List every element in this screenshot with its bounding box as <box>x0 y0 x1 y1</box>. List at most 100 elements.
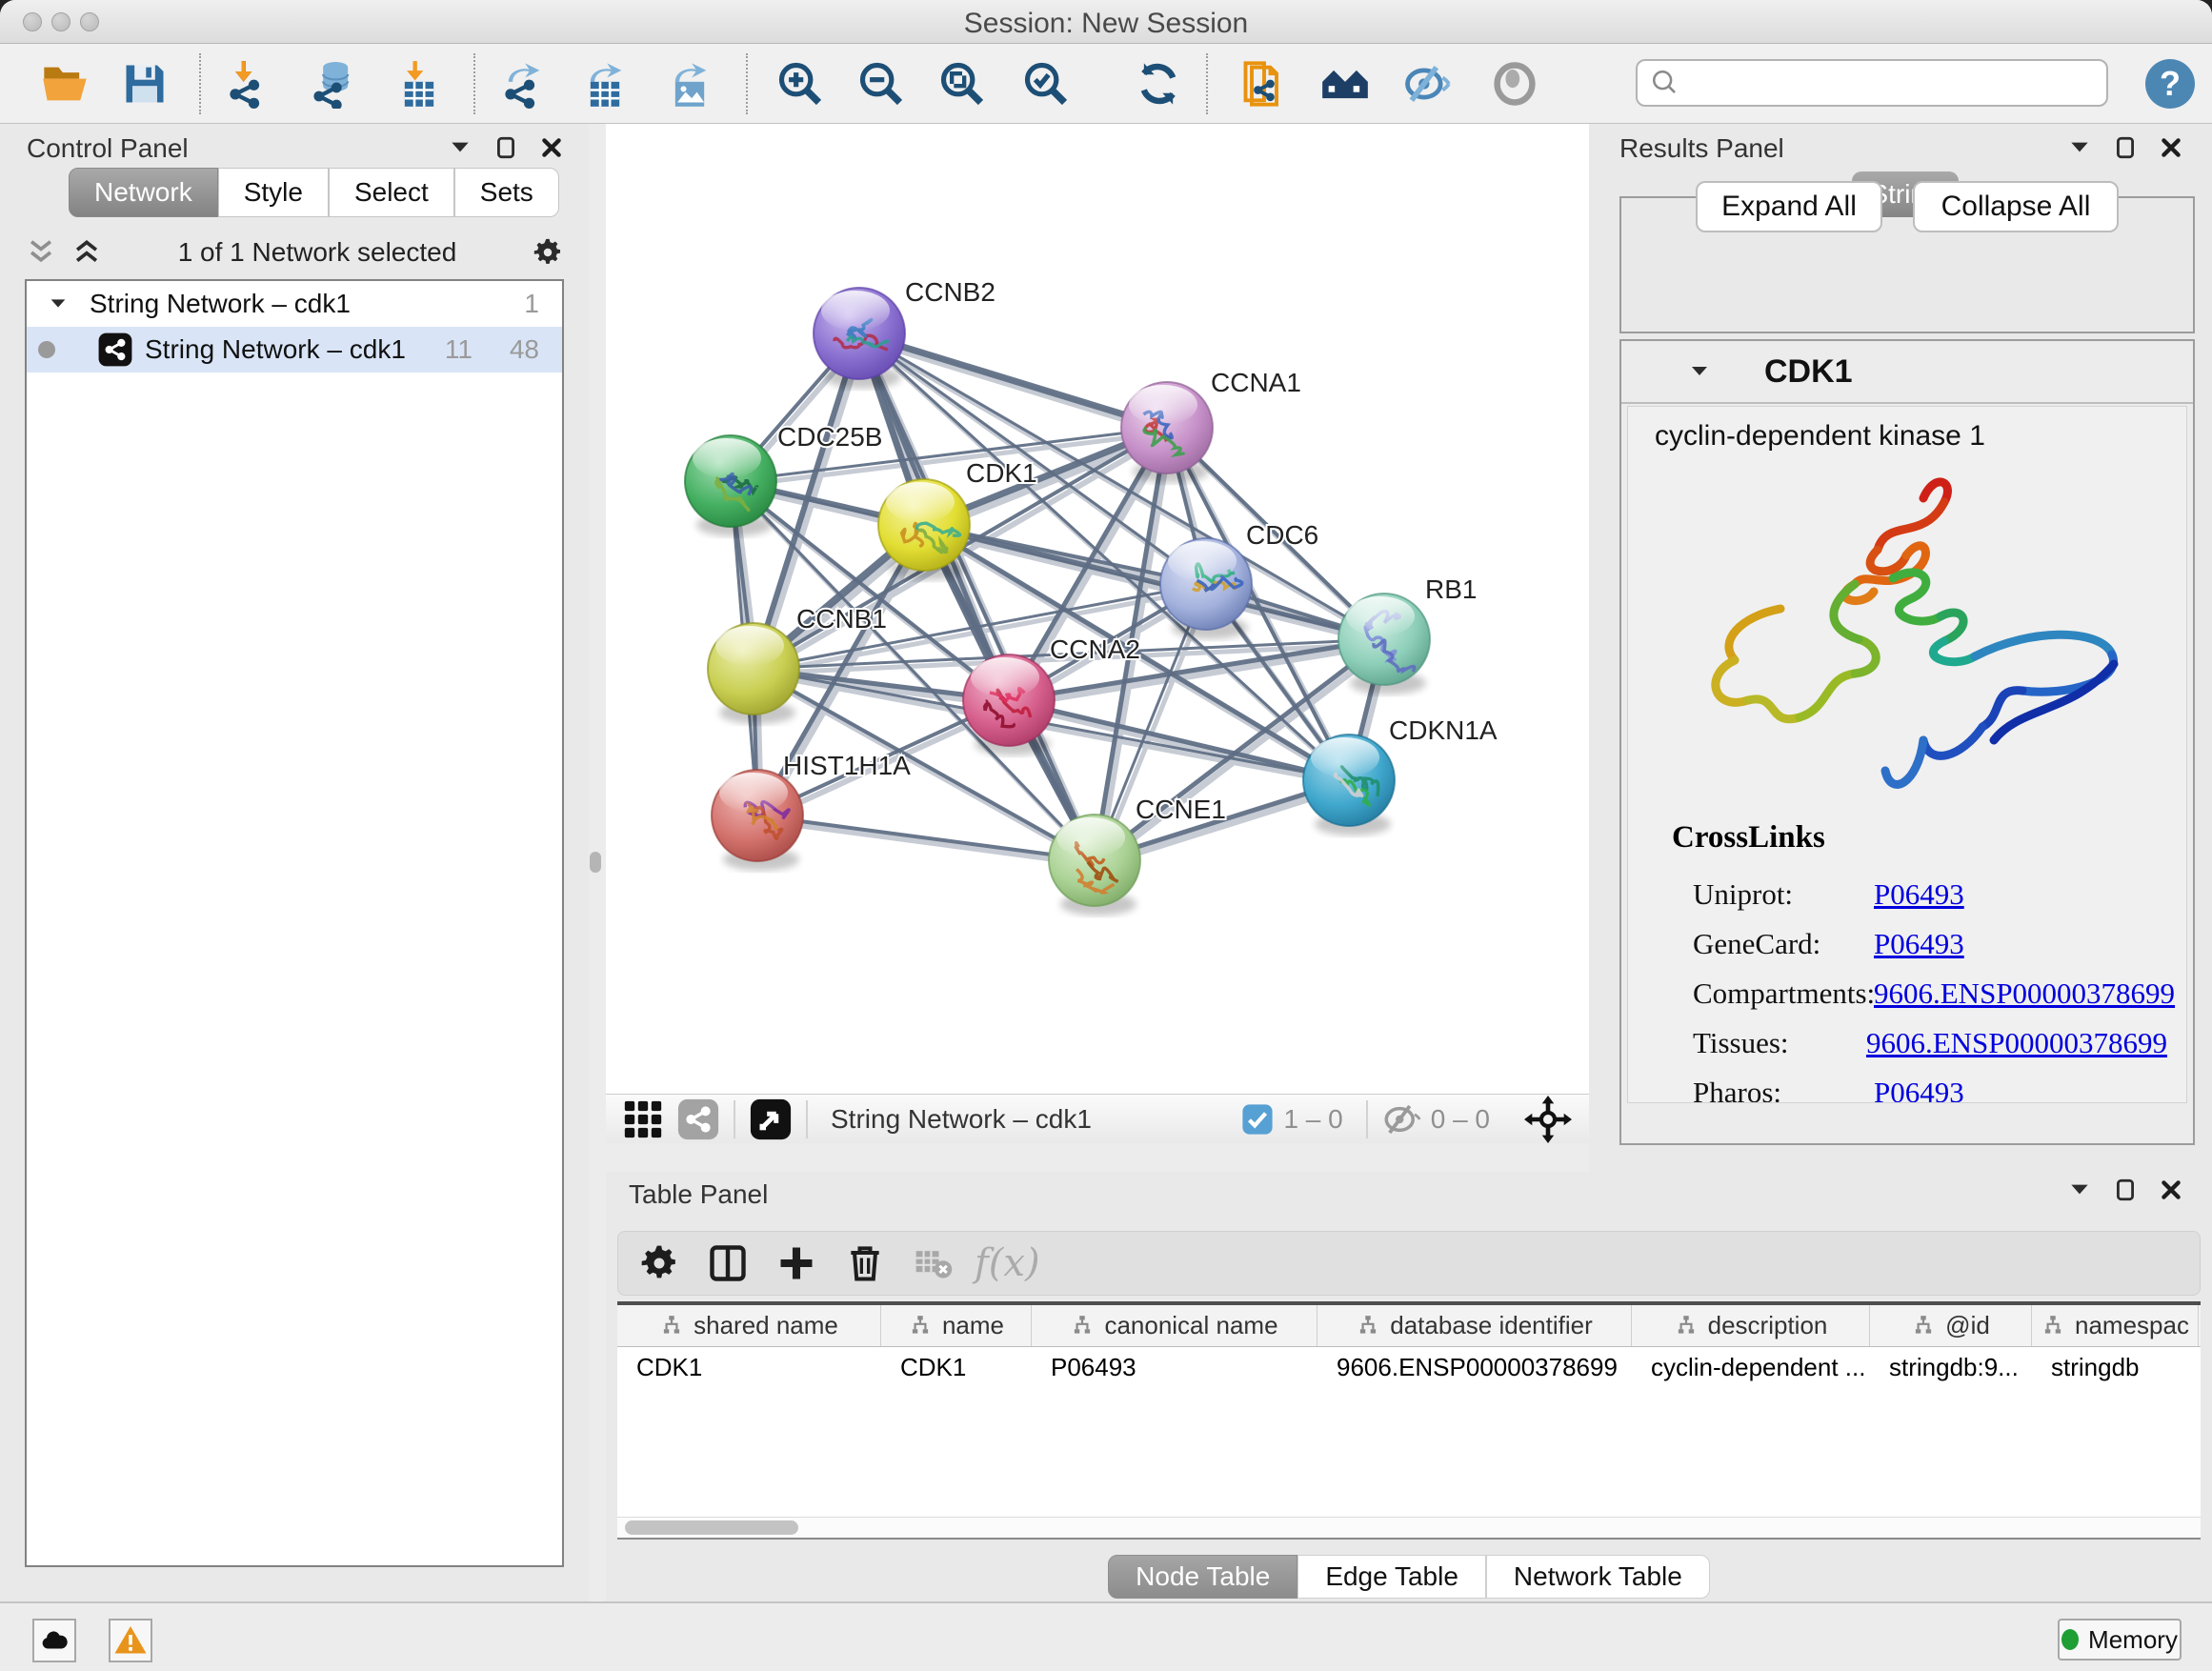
network-row[interactable]: String Network – cdk1 11 48 <box>27 327 562 372</box>
column-header-description[interactable]: description <box>1632 1305 1870 1346</box>
refresh-icon[interactable] <box>1132 57 1185 111</box>
delete-table-icon-disabled <box>906 1238 961 1288</box>
hide-graphics-icon[interactable] <box>1399 57 1453 111</box>
tab-node-table[interactable]: Node Table <box>1108 1555 1297 1599</box>
network-node-RB1[interactable]: RB1 <box>1338 574 1477 695</box>
maximize-panel-icon[interactable] <box>493 135 518 160</box>
table-cell: cyclin-dependent ... <box>1632 1347 1870 1382</box>
network-selection-status: 1 of 1 Network selected <box>103 237 532 268</box>
column-header-canonical-name[interactable]: canonical name <box>1032 1305 1317 1346</box>
crosslink-row: GeneCard:P06493 <box>1693 919 2167 969</box>
cloud-status-button[interactable] <box>32 1619 76 1662</box>
annotation-document-icon[interactable] <box>1237 57 1291 111</box>
close-panel-icon[interactable] <box>2159 1178 2183 1202</box>
crosslink-link[interactable]: 9606.ENSP00000378699 <box>1866 1026 2167 1060</box>
column-header-shared-name[interactable]: shared name <box>617 1305 881 1346</box>
float-panel-icon[interactable] <box>448 135 473 160</box>
crosslink-link[interactable]: P06493 <box>1874 877 1964 912</box>
maximize-panel-icon[interactable] <box>2113 1178 2138 1202</box>
network-node-HIST1H1A[interactable]: HIST1H1A <box>712 751 911 871</box>
protein-section-header[interactable]: CDK1 <box>1621 341 2193 404</box>
import-table-icon[interactable] <box>392 57 446 111</box>
close-panel-icon[interactable] <box>539 135 564 160</box>
zoom-fit-icon[interactable] <box>935 57 989 111</box>
float-panel-icon[interactable] <box>2067 135 2092 160</box>
birds-eye-view-icon[interactable] <box>749 1097 793 1141</box>
show-graphics-icon[interactable] <box>1488 57 1541 111</box>
delete-column-icon[interactable] <box>837 1238 893 1288</box>
selected-nodes-checkbox-icon[interactable] <box>1241 1103 1274 1136</box>
zoom-in-icon[interactable] <box>774 57 827 111</box>
tab-style[interactable]: Style <box>218 168 329 217</box>
search-field[interactable] <box>1636 59 2108 107</box>
tab-select[interactable]: Select <box>329 168 454 217</box>
table-body: CDK1CDK1P064939606.ENSP00000378699cyclin… <box>617 1347 2201 1382</box>
node-label-CCNA2: CCNA2 <box>1050 634 1140 664</box>
tab-network-table[interactable]: Network Table <box>1486 1555 1710 1599</box>
zoom-out-icon[interactable] <box>855 57 908 111</box>
network-collection-row[interactable]: String Network – cdk1 1 <box>27 281 562 327</box>
search-input[interactable] <box>1689 68 2106 99</box>
left-splitter-handle[interactable] <box>590 852 601 873</box>
network-label: String Network – cdk1 <box>145 334 406 365</box>
grid-view-icon[interactable] <box>621 1097 665 1141</box>
table-row[interactable]: CDK1CDK1P064939606.ENSP00000378699cyclin… <box>617 1347 2201 1382</box>
export-network-icon[interactable] <box>496 57 550 111</box>
network-table-splitter[interactable] <box>606 1143 1593 1172</box>
expand-all-button[interactable]: Expand All <box>1696 181 1882 232</box>
crosslink-link[interactable]: P06493 <box>1874 927 1964 961</box>
crosslink-label: Uniprot: <box>1693 877 1874 912</box>
network-options-gear-icon[interactable] <box>532 236 564 269</box>
warnings-button[interactable] <box>109 1619 152 1662</box>
results-panel-title: Results Panel <box>1619 133 1784 164</box>
neighborhood-houses-icon[interactable] <box>1318 57 1372 111</box>
column-header-namespac[interactable]: namespac <box>2032 1305 2199 1346</box>
crosslink-link[interactable]: 9606.ENSP00000378699 <box>1874 976 2175 1011</box>
column-header-database-identifier[interactable]: database identifier <box>1317 1305 1632 1346</box>
float-panel-icon[interactable] <box>2067 1178 2092 1202</box>
collection-expand-icon[interactable] <box>48 293 69 314</box>
protein-details: cyclin-dependent kinase 1 <box>1627 406 2187 1103</box>
scrollbar-thumb[interactable] <box>625 1520 798 1535</box>
open-session-icon[interactable] <box>38 57 91 111</box>
network-canvas[interactable]: CCNB2CCNA1CDC25BCDK1CDC6RB1CCNB1CCNA2CDK… <box>606 124 1589 1094</box>
table-options-gear-icon[interactable] <box>632 1238 687 1288</box>
close-panel-icon[interactable] <box>2159 135 2183 160</box>
network-node-CCNA1[interactable]: CCNA1 <box>1121 368 1301 483</box>
crosslink-link[interactable]: P06493 <box>1874 1076 1964 1103</box>
zoom-selected-icon[interactable] <box>1019 57 1073 111</box>
column-header--id[interactable]: @id <box>1870 1305 2032 1346</box>
expand-all-networks-icon[interactable] <box>70 236 103 269</box>
memory-button[interactable]: Memory <box>2058 1619 2182 1661</box>
toolbar-divider <box>199 53 201 114</box>
collapse-section-icon[interactable] <box>1688 360 1711 383</box>
maximize-panel-icon[interactable] <box>2113 135 2138 160</box>
column-header-name[interactable]: name <box>881 1305 1032 1346</box>
collapse-all-networks-icon[interactable] <box>25 236 57 269</box>
collapse-all-button[interactable]: Collapse All <box>1913 181 2119 232</box>
network-node-CDKN1A[interactable]: CDKN1A <box>1303 715 1498 836</box>
export-image-icon[interactable] <box>663 57 716 111</box>
help-icon[interactable]: ? <box>2145 59 2195 109</box>
control-panel-title: Control Panel <box>27 133 189 164</box>
crosslink-row: Pharos:P06493 <box>1693 1068 2167 1103</box>
crosslinks-list: Uniprot:P06493GeneCard:P06493Compartment… <box>1693 870 2167 1103</box>
save-session-icon[interactable] <box>118 57 171 111</box>
crosslink-row: Uniprot:P06493 <box>1693 870 2167 919</box>
table-cell: CDK1 <box>881 1347 1032 1382</box>
create-column-icon[interactable] <box>769 1238 824 1288</box>
tab-network[interactable]: Network <box>69 168 218 217</box>
export-table-icon[interactable] <box>578 57 632 111</box>
tab-sets[interactable]: Sets <box>454 168 559 217</box>
import-network-file-icon[interactable] <box>221 57 274 111</box>
table-horizontal-scrollbar[interactable] <box>617 1517 2201 1538</box>
crosslink-label: Compartments: <box>1693 976 1874 1011</box>
network-thumbnail-icon[interactable] <box>676 1097 720 1141</box>
fit-content-crosshair-icon[interactable] <box>1524 1096 1572 1143</box>
status-bar: Memory <box>0 1601 2212 1671</box>
tab-edge-table[interactable]: Edge Table <box>1297 1555 1486 1599</box>
node-table: shared namenamecanonical namedatabase id… <box>617 1301 2201 1540</box>
show-columns-icon[interactable] <box>700 1238 755 1288</box>
import-network-database-icon[interactable] <box>307 57 360 111</box>
node-label-CDC25B: CDC25B <box>777 422 882 452</box>
